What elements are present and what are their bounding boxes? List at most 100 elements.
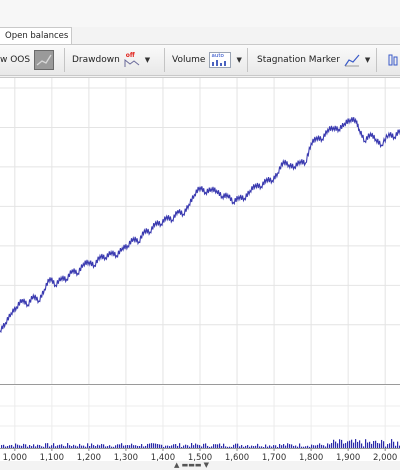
volume-bar: [33, 444, 35, 448]
drawdown-label: Drawdown: [72, 55, 120, 65]
volume-bar: [119, 444, 121, 448]
volume-bar: [23, 443, 25, 448]
volume-bar: [349, 440, 351, 448]
volume-bar: [361, 443, 363, 448]
toolbar-separator: [164, 48, 165, 72]
volume-bar: [363, 446, 365, 448]
volume-bar: [203, 443, 205, 448]
chart-tool-icon[interactable]: [388, 52, 400, 68]
toolbar-separator: [64, 48, 65, 72]
volume-bar: [237, 443, 239, 448]
volume-bar: [15, 443, 17, 448]
volume-bar: [299, 443, 301, 448]
volume-bar: [395, 445, 397, 448]
volume-bar: [225, 446, 227, 448]
volume-bar: [31, 446, 33, 448]
volume-bar: [183, 445, 185, 448]
stagnation-group[interactable]: Stagnation Marker ▼: [257, 45, 370, 75]
volume-bar: [327, 443, 329, 448]
volume-bar: [317, 444, 319, 448]
bottom-splitter[interactable]: ▲ ▬▬▬ ▼: [0, 461, 400, 470]
volume-bar: [325, 446, 327, 448]
volume-bar: [291, 444, 293, 448]
top-strip: [0, 0, 400, 27]
volume-bar: [311, 444, 313, 448]
volume-bar: [307, 445, 309, 448]
volume-bar: [333, 439, 335, 448]
volume-bar: [223, 443, 225, 448]
volume-bar: [135, 445, 137, 448]
extra-tool-group[interactable]: [384, 45, 400, 75]
volume-bar: [383, 441, 385, 448]
volume-bar: [165, 445, 167, 448]
volume-bar: [85, 446, 87, 448]
volume-bar: [57, 445, 59, 448]
volume-bar: [73, 444, 75, 448]
volume-bar: [87, 443, 89, 448]
volume-bar: [75, 445, 77, 448]
volume-bar: [197, 444, 199, 448]
volume-bar: [63, 445, 65, 448]
volume-bar: [249, 446, 251, 448]
volume-bar: [153, 443, 155, 448]
volume-bar: [109, 445, 111, 448]
volume-bar: [125, 445, 127, 448]
volume-bar: [393, 441, 395, 448]
volume-bar: [69, 445, 71, 448]
volume-bar: [117, 444, 119, 448]
volume-bar: [341, 439, 343, 448]
volume-bar: [357, 441, 359, 448]
volume-bar: [111, 446, 113, 448]
volume-bar: [167, 445, 169, 448]
volume-bar: [47, 443, 49, 448]
volume-bar: [239, 446, 241, 448]
volume-bar: [155, 443, 157, 448]
volume-bar: [353, 442, 355, 448]
equity-chart[interactable]: 1,000 1,100 1,200 1,300 1,400 1,500 1,600 1,700…: [0, 77, 400, 462]
volume-bar: [287, 443, 289, 448]
volume-bar: [67, 443, 69, 448]
oos-group[interactable]: w OOS: [0, 45, 55, 75]
volume-bar: [331, 443, 333, 448]
splitter-grip-icon[interactable]: ▲ ▬▬▬ ▼: [174, 461, 209, 470]
volume-bar: [371, 443, 373, 448]
volume-bar: [337, 443, 339, 448]
volume-bar: [385, 446, 387, 448]
tab-open-balances[interactable]: Open balances: [0, 27, 72, 44]
stagnation-icon[interactable]: [344, 52, 360, 68]
volume-bar: [235, 443, 237, 448]
oos-chart-icon[interactable]: [34, 50, 55, 70]
drawdown-dropdown-arrow-icon[interactable]: ▼: [145, 56, 150, 64]
volume-bar: [309, 446, 311, 448]
drawdown-icon[interactable]: off: [124, 52, 140, 68]
volume-bar: [1, 445, 3, 448]
stagnation-label: Stagnation Marker: [257, 55, 340, 65]
stagnation-dropdown-arrow-icon[interactable]: ▼: [365, 56, 370, 64]
volume-bar: [295, 445, 297, 448]
volume-group[interactable]: Volume auto ▼: [172, 45, 242, 75]
volume-bar: [77, 446, 79, 448]
volume-bar: [159, 444, 161, 448]
volume-bar: [45, 443, 47, 448]
volume-icon[interactable]: auto: [209, 52, 232, 68]
volume-bar: [201, 446, 203, 448]
drawdown-group[interactable]: Drawdown off ▼: [72, 45, 150, 75]
volume-bar: [343, 443, 345, 448]
volume-bar: [269, 445, 271, 448]
volume-bar: [243, 446, 245, 448]
volume-bar: [181, 446, 183, 448]
volume-bar: [241, 445, 243, 448]
chart-grid: [0, 78, 400, 448]
volume-bar: [387, 444, 389, 448]
equity-chart-svg: 1,000 1,100 1,200 1,300 1,400 1,500 1,600 1,700…: [0, 78, 400, 462]
volume-bar: [191, 443, 193, 448]
volume-dropdown-arrow-icon[interactable]: ▼: [236, 56, 241, 64]
volume-bar: [25, 444, 27, 448]
volume-bar: [99, 445, 101, 448]
volume-label: Volume: [172, 55, 206, 65]
volume-bar: [255, 445, 257, 448]
volume-bar: [355, 439, 357, 448]
volume-bar: [145, 445, 147, 448]
volume-bar: [365, 439, 367, 448]
volume-bar: [247, 445, 249, 448]
